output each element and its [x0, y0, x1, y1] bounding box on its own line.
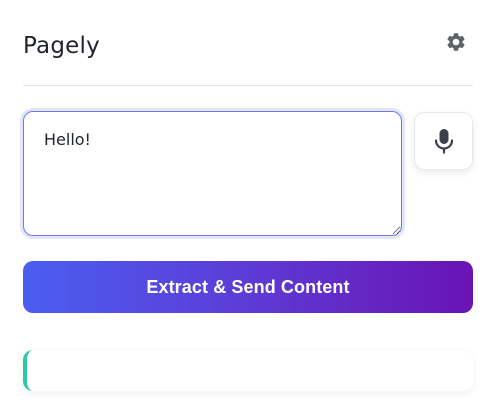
- gear-icon: [447, 33, 465, 51]
- settings-button[interactable]: [444, 30, 468, 54]
- microphone-icon: [434, 129, 453, 154]
- header: Pagely: [23, 30, 473, 66]
- extension-panel: Pagely Extract & Send Content: [0, 0, 492, 411]
- extract-send-button[interactable]: Extract & Send Content: [23, 261, 473, 313]
- message-input[interactable]: [23, 111, 402, 236]
- status-card: [23, 350, 473, 391]
- app-title: Pagely: [23, 33, 100, 59]
- voice-input-button[interactable]: [414, 112, 473, 170]
- header-divider: [23, 85, 473, 86]
